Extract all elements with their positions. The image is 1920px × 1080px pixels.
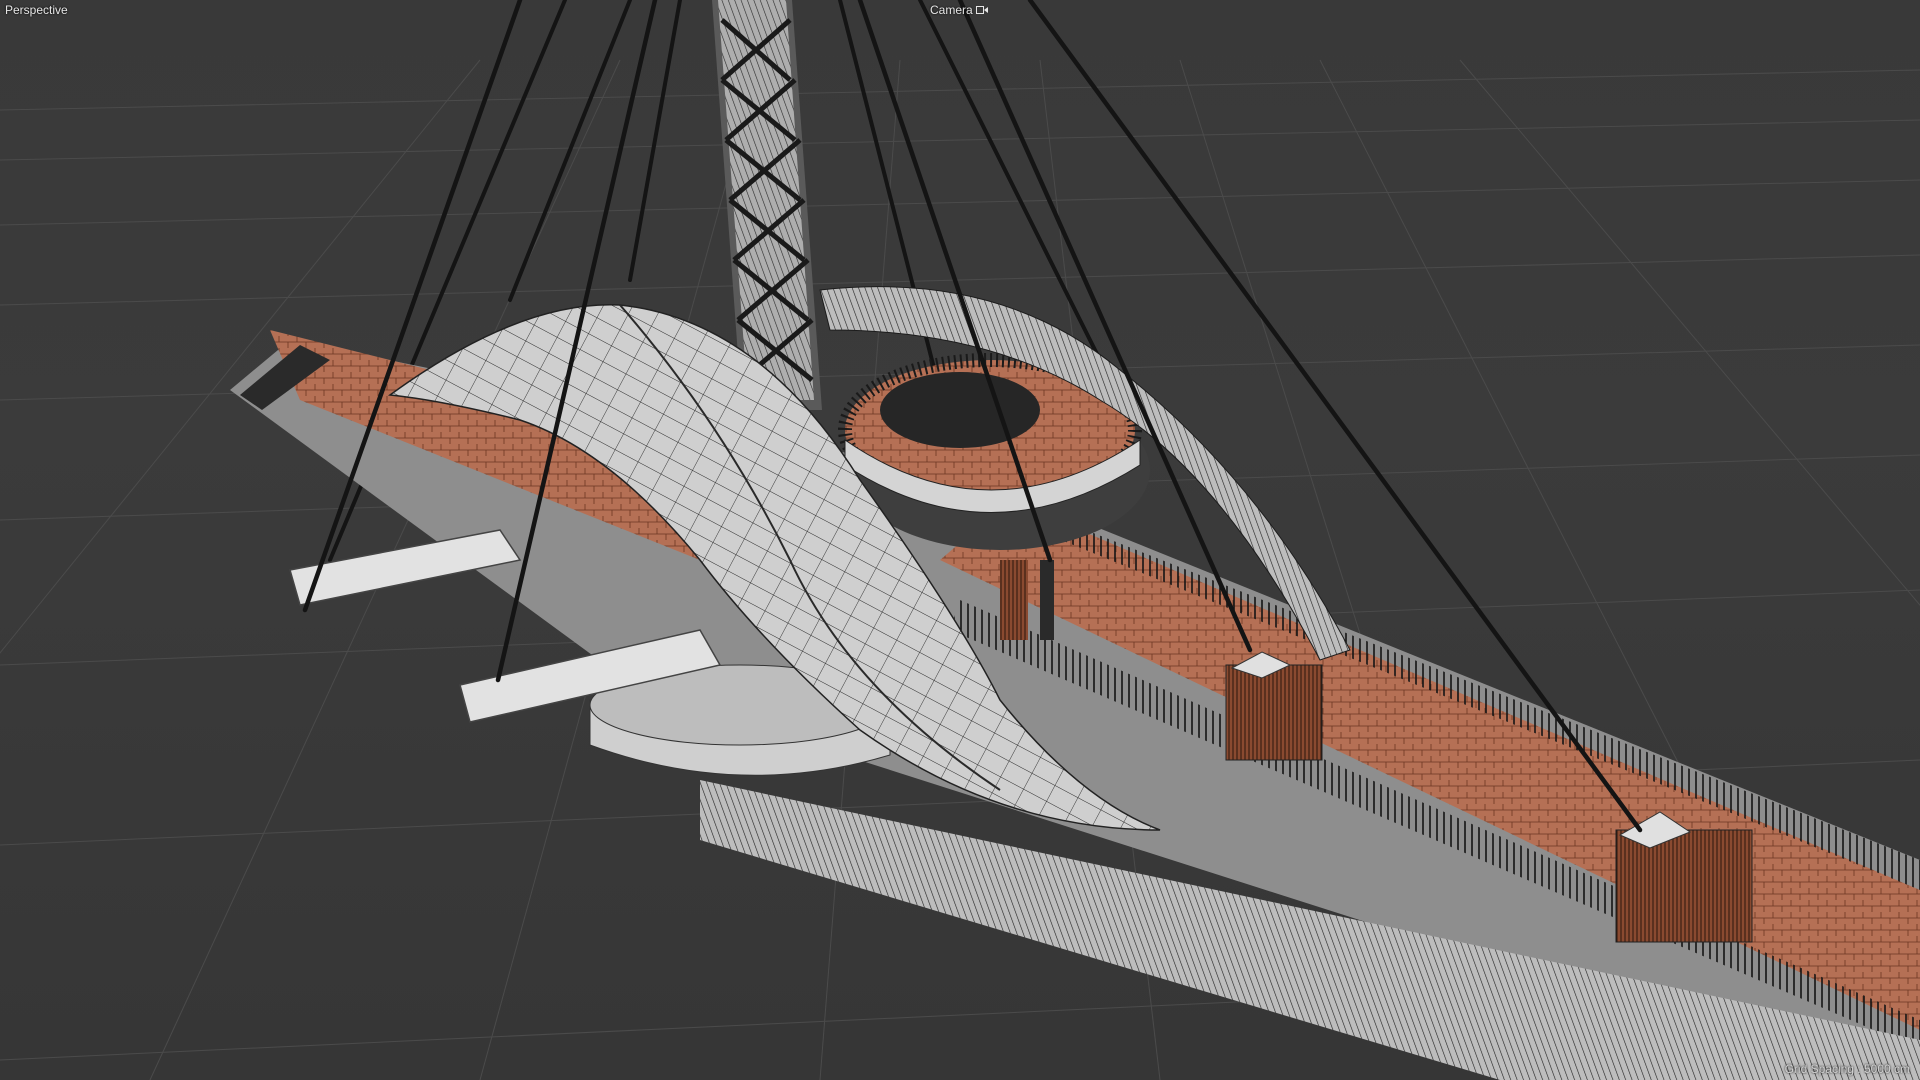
view-label[interactable]: Perspective — [5, 3, 68, 17]
grid-spacing-readout: Grid Spacing : 5000 cm — [1784, 1062, 1910, 1076]
camera-label: Camera — [930, 3, 973, 17]
camera-lock-icon[interactable] — [975, 5, 988, 15]
3d-viewport[interactable]: Perspective Camera Grid Spacing : 5000 c… — [0, 0, 1920, 1080]
scene-render[interactable] — [0, 0, 1920, 1080]
camera-menu[interactable]: Camera — [930, 3, 988, 17]
